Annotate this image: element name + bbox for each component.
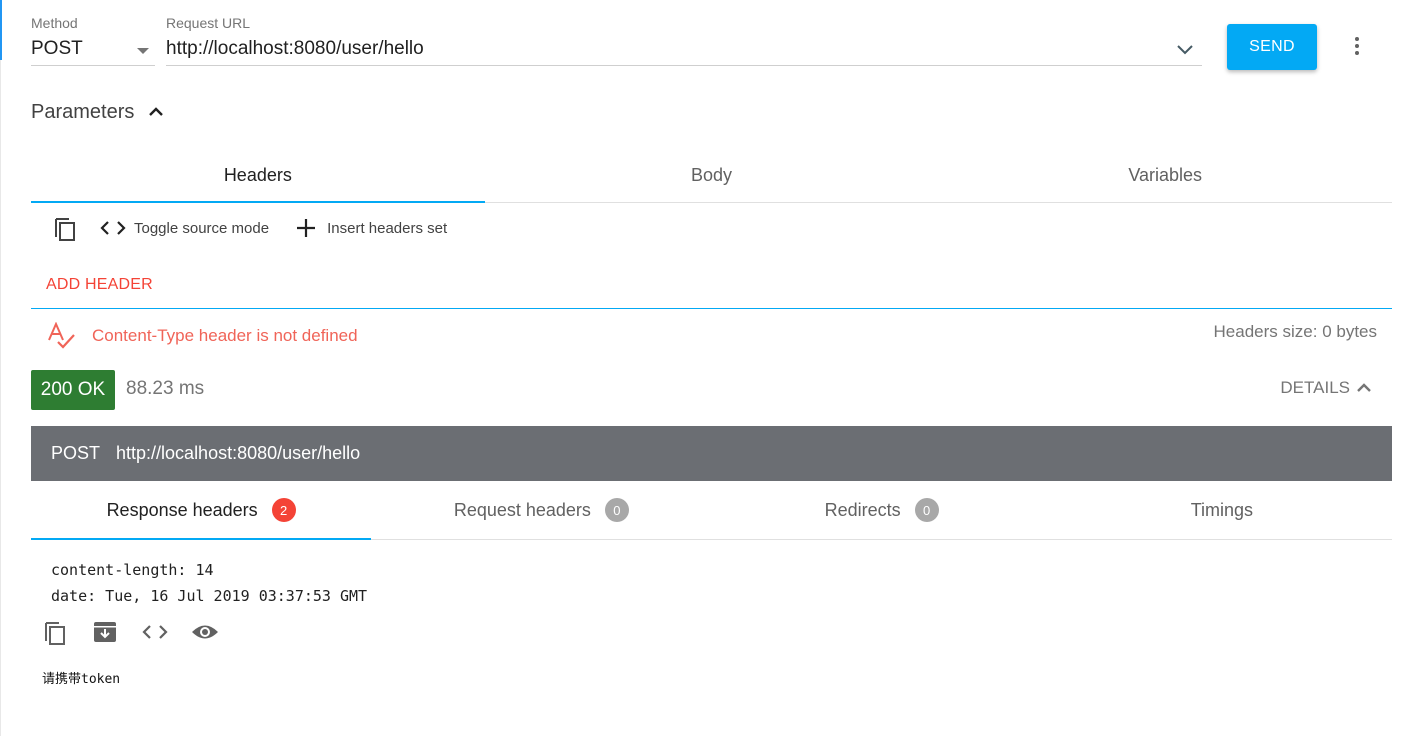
code-icon	[98, 213, 128, 243]
method-label: Method	[31, 15, 78, 31]
method-selector[interactable]: Method POST	[31, 14, 155, 66]
request-url: http://localhost:8080/user/hello	[116, 443, 361, 463]
tab-label: Response headers	[106, 499, 258, 520]
tab-response-headers[interactable]: Response headers 2	[31, 481, 372, 540]
status-badge: 200 OK	[31, 370, 115, 410]
tab-request-headers[interactable]: Request headers 0	[371, 481, 711, 539]
tab-label: Redirects	[824, 499, 901, 520]
more-vert-icon[interactable]	[1344, 30, 1370, 62]
tab-label: Request headers	[453, 499, 591, 520]
method-dropdown[interactable]: POST	[31, 32, 155, 66]
chevron-down-icon[interactable]	[1176, 42, 1194, 56]
header-line: date: Tue, 16 Jul 2019 03:37:53 GMT	[51, 587, 368, 605]
window-edge-accent	[0, 0, 2, 60]
caret-down-icon[interactable]	[137, 48, 149, 54]
url-label: Request URL	[166, 15, 251, 31]
tab-body[interactable]: Body	[485, 148, 939, 202]
add-header-button[interactable]: ADD HEADER	[46, 276, 153, 294]
archive-icon[interactable]	[90, 617, 120, 647]
tab-label: Timings	[1190, 499, 1254, 520]
window-edge	[0, 60, 1, 736]
request-method: POST	[51, 443, 101, 463]
details-label: DETAILS	[1280, 378, 1350, 397]
headers-toolbar: Toggle source mode Insert headers set	[50, 210, 447, 246]
tab-redirects[interactable]: Redirects 0	[712, 481, 1052, 539]
eye-icon[interactable]	[190, 617, 220, 647]
details-toggle[interactable]: DETAILS	[1280, 378, 1372, 398]
chevron-up-icon	[1357, 383, 1371, 392]
url-value[interactable]: http://localhost:8080/user/hello	[166, 32, 1202, 66]
chevron-up-icon[interactable]	[148, 106, 164, 118]
parameters-title: Parameters	[31, 100, 135, 123]
headers-size: Headers size: 0 bytes	[1213, 322, 1377, 341]
count-badge: 0	[604, 498, 629, 522]
divider	[31, 308, 1392, 309]
count-badge: 2	[271, 498, 296, 522]
count-badge: 0	[914, 498, 939, 522]
parameters-toggle[interactable]: Parameters	[31, 98, 164, 126]
toggle-source-mode-button[interactable]: Toggle source mode	[98, 213, 269, 243]
toggle-source-mode-label: Toggle source mode	[134, 219, 270, 237]
tab-timings[interactable]: Timings	[1052, 481, 1392, 539]
insert-headers-set-label: Insert headers set	[327, 219, 448, 237]
spellcheck-icon	[48, 322, 75, 349]
response-headers-list: content-length: 14 date: Tue, 16 Jul 201…	[51, 557, 367, 609]
add-icon	[291, 213, 321, 243]
copy-icon[interactable]	[40, 617, 70, 647]
content-type-warning: Content-Type header is not defined	[46, 320, 358, 352]
parameters-tabs: Headers Body Variables	[31, 148, 1392, 203]
code-icon[interactable]	[140, 617, 170, 647]
response-time: 88.23 ms	[126, 378, 205, 399]
response-actions	[40, 615, 220, 649]
tab-headers[interactable]: Headers	[31, 148, 485, 203]
response-body: 请携带token	[42, 672, 121, 687]
url-field[interactable]: Request URL http://localhost:8080/user/h…	[166, 14, 1202, 66]
warning-text: Content-Type header is not defined	[92, 326, 358, 345]
insert-headers-set-button[interactable]: Insert headers set	[291, 213, 447, 243]
url-input[interactable]: http://localhost:8080/user/hello	[166, 32, 1202, 66]
tab-variables[interactable]: Variables	[938, 148, 1392, 202]
send-button[interactable]: SEND	[1227, 24, 1317, 70]
response-tabs: Response headers 2 Request headers 0 Red…	[31, 481, 1392, 540]
header-line: content-length: 14	[51, 561, 214, 579]
copy-icon[interactable]	[50, 213, 80, 243]
request-summary-bar: POST http://localhost:8080/user/hello	[31, 426, 1392, 481]
